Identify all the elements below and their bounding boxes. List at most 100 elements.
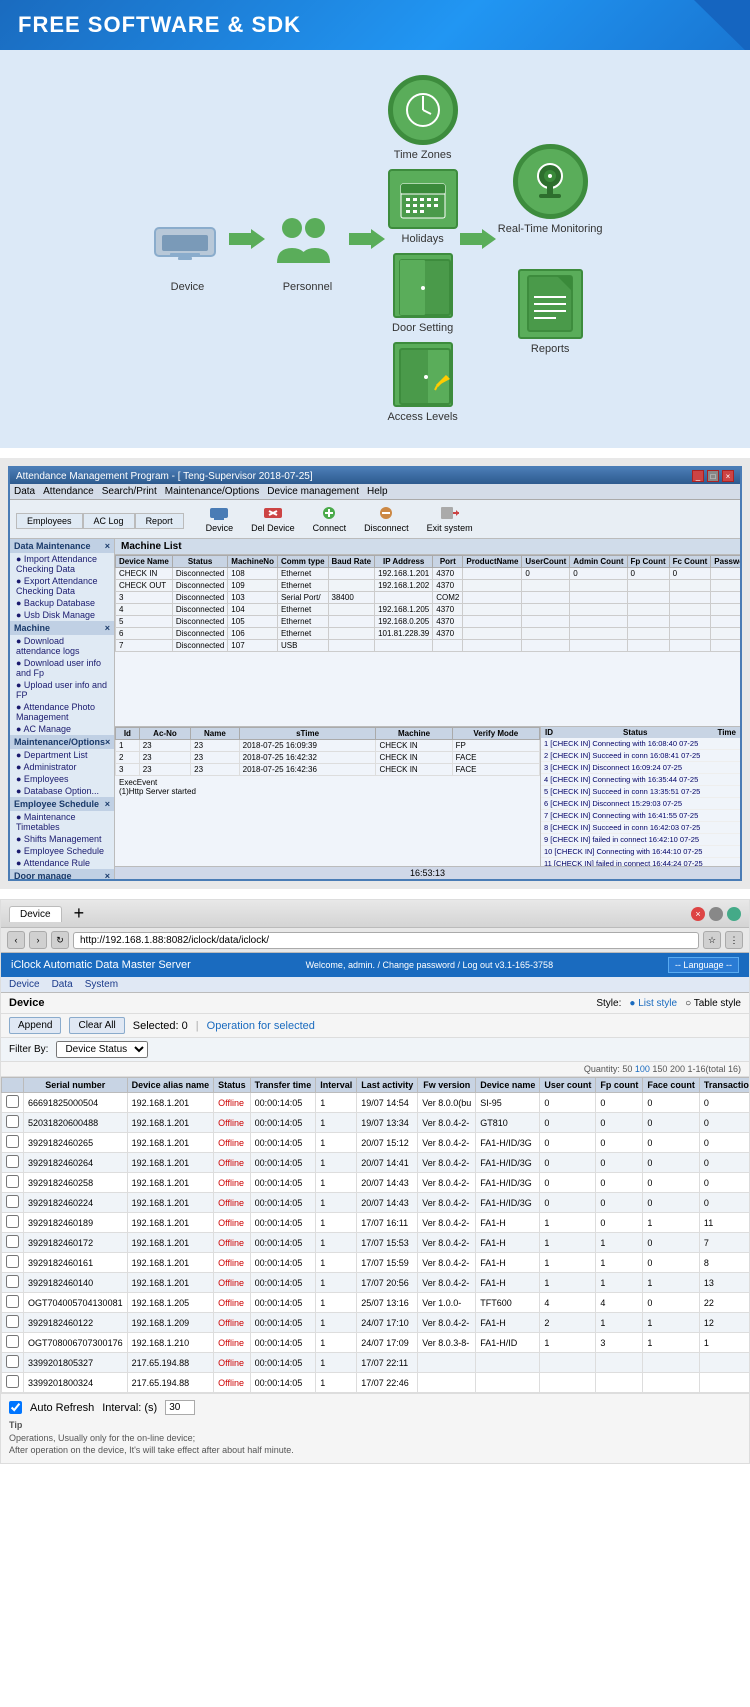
row-checkbox[interactable] [6,1255,19,1268]
th-activity[interactable]: Last activity [357,1078,418,1093]
tab-report[interactable]: Report [135,513,184,528]
browser-min[interactable] [709,907,723,921]
sidebar-header-machine[interactable]: Machine× [10,621,114,635]
row-checkbox[interactable] [6,1375,19,1388]
sidebar-upload-user[interactable]: ● Upload user info and FP [10,679,114,701]
machine-list-title: Machine List [115,539,740,555]
page-info: 1-16(total 16) [687,1064,741,1074]
qty-100[interactable]: 100 [635,1064,650,1074]
sidebar-timetable[interactable]: ● Maintenance Timetables [10,811,114,833]
row-checkbox[interactable] [6,1175,19,1188]
status-bar: 16:53:13 [115,866,740,879]
sidebar-db[interactable]: ● Database Option... [10,785,114,797]
sidebar-import[interactable]: ● Import Attendance Checking Data [10,553,114,575]
settings-btn[interactable]: ⋮ [725,931,743,949]
nav-device[interactable]: Device [9,979,40,990]
row-checkbox[interactable] [6,1095,19,1108]
menu-data[interactable]: Data [14,486,35,497]
sidebar-export[interactable]: ● Export Attendance Checking Data [10,575,114,597]
row-checkbox[interactable] [6,1355,19,1368]
log-col-name: Name [191,728,239,740]
row-checkbox[interactable] [6,1335,19,1348]
device-item: Device [147,205,227,293]
nav-data[interactable]: Data [52,979,73,990]
row-checkbox[interactable] [6,1115,19,1128]
address-bar[interactable]: http://192.168.1.88:8082/iclock/data/icl… [73,932,699,949]
browser-max[interactable] [727,907,741,921]
row-checkbox[interactable] [6,1195,19,1208]
win-controls[interactable]: _ □ × [692,470,734,482]
bookmark-btn[interactable]: ☆ [703,931,721,949]
th-device-name[interactable]: Device name [476,1078,540,1093]
nav-system[interactable]: System [85,979,118,990]
th-serial[interactable]: Serial number [24,1078,128,1093]
clear-all-btn[interactable]: Clear All [69,1017,124,1034]
th-fp-count[interactable]: Fp count [596,1078,643,1093]
th-transfer[interactable]: Transfer time [250,1078,316,1093]
btn-exit[interactable]: Exit system [423,503,477,535]
sidebar-download-user[interactable]: ● Download user info and Fp [10,657,114,679]
language-btn[interactable]: -- Language -- [668,957,739,973]
th-status[interactable]: Status [214,1078,251,1093]
log-col-time: sTime [239,728,376,740]
menu-search[interactable]: Search/Print [102,486,157,497]
filter-select[interactable]: Device Status [56,1041,148,1058]
sidebar-download-logs[interactable]: ● Download attendance logs [10,635,114,657]
operation-label[interactable]: Operation for selected [207,1020,315,1032]
th-fw[interactable]: Fw version [418,1078,476,1093]
auto-refresh-check[interactable] [9,1401,22,1414]
minimize-btn[interactable]: _ [692,470,704,482]
menu-attendance[interactable]: Attendance [43,486,94,497]
tab-ac-log[interactable]: AC Log [83,513,135,528]
sidebar-usb[interactable]: ● Usb Disk Manage [10,609,114,621]
sidebar-dept[interactable]: ● Department List [10,749,114,761]
th-face-count[interactable]: Face count [643,1078,700,1093]
sidebar-header-schedule[interactable]: Employee Schedule× [10,797,114,811]
row-checkbox[interactable] [6,1315,19,1328]
row-checkbox[interactable] [6,1295,19,1308]
row-checkbox[interactable] [6,1215,19,1228]
browser-close[interactable]: × [691,907,705,921]
row-checkbox[interactable] [6,1235,19,1248]
btn-device[interactable]: Device [202,503,238,535]
interval-input[interactable]: 30 [165,1400,195,1415]
btn-connect[interactable]: Connect [309,503,351,535]
maximize-btn[interactable]: □ [707,470,719,482]
th-user-count[interactable]: User count [540,1078,596,1093]
new-tab-btn[interactable]: + [74,903,85,924]
sidebar-header-maintenance[interactable]: Maintenance/Options× [10,735,114,749]
table-style-opt[interactable]: ○ Table style [685,998,741,1009]
back-btn[interactable]: ‹ [7,931,25,949]
sidebar-employees[interactable]: ● Employees [10,773,114,785]
menu-help[interactable]: Help [367,486,388,497]
sidebar-ac[interactable]: ● AC Manage [10,723,114,735]
th-trans-count[interactable]: Transaction count [699,1078,749,1093]
tab-employees[interactable]: Employees [16,513,83,528]
close-btn[interactable]: × [722,470,734,482]
th-interval[interactable]: Interval [316,1078,357,1093]
col-baud-rate: Baud Rate [328,556,375,568]
sidebar-attendance-rule[interactable]: ● Attendance Rule [10,857,114,869]
row-checkbox[interactable] [6,1275,19,1288]
th-alias[interactable]: Device alias name [127,1078,214,1093]
sidebar-header-door[interactable]: Door manage× [10,869,114,879]
forward-btn[interactable]: › [29,931,47,949]
row-checkbox[interactable] [6,1155,19,1168]
btn-disconnect[interactable]: Disconnect [360,503,413,535]
list-item: 3929182460224192.168.1.201Offline00:00:1… [2,1193,750,1213]
menu-device-mgmt[interactable]: Device management [267,486,359,497]
list-style-opt[interactable]: ● List style [629,998,677,1009]
append-btn[interactable]: Append [9,1017,61,1034]
list-item: 66691825000504192.168.1.201Offline00:00:… [2,1093,750,1113]
sidebar-photo[interactable]: ● Attendance Photo Management [10,701,114,723]
sidebar-admin[interactable]: ● Administrator [10,761,114,773]
sidebar-backup[interactable]: ● Backup Database [10,597,114,609]
refresh-btn[interactable]: ↻ [51,931,69,949]
sidebar-shifts[interactable]: ● Shifts Management [10,833,114,845]
sidebar-emp-schedule[interactable]: ● Employee Schedule [10,845,114,857]
row-checkbox[interactable] [6,1135,19,1148]
sidebar-header-data[interactable]: Data Maintenance× [10,539,114,553]
btn-del-device[interactable]: Del Device [247,503,299,535]
menu-maintenance[interactable]: Maintenance/Options [165,486,260,497]
browser-tab[interactable]: Device [9,906,62,922]
